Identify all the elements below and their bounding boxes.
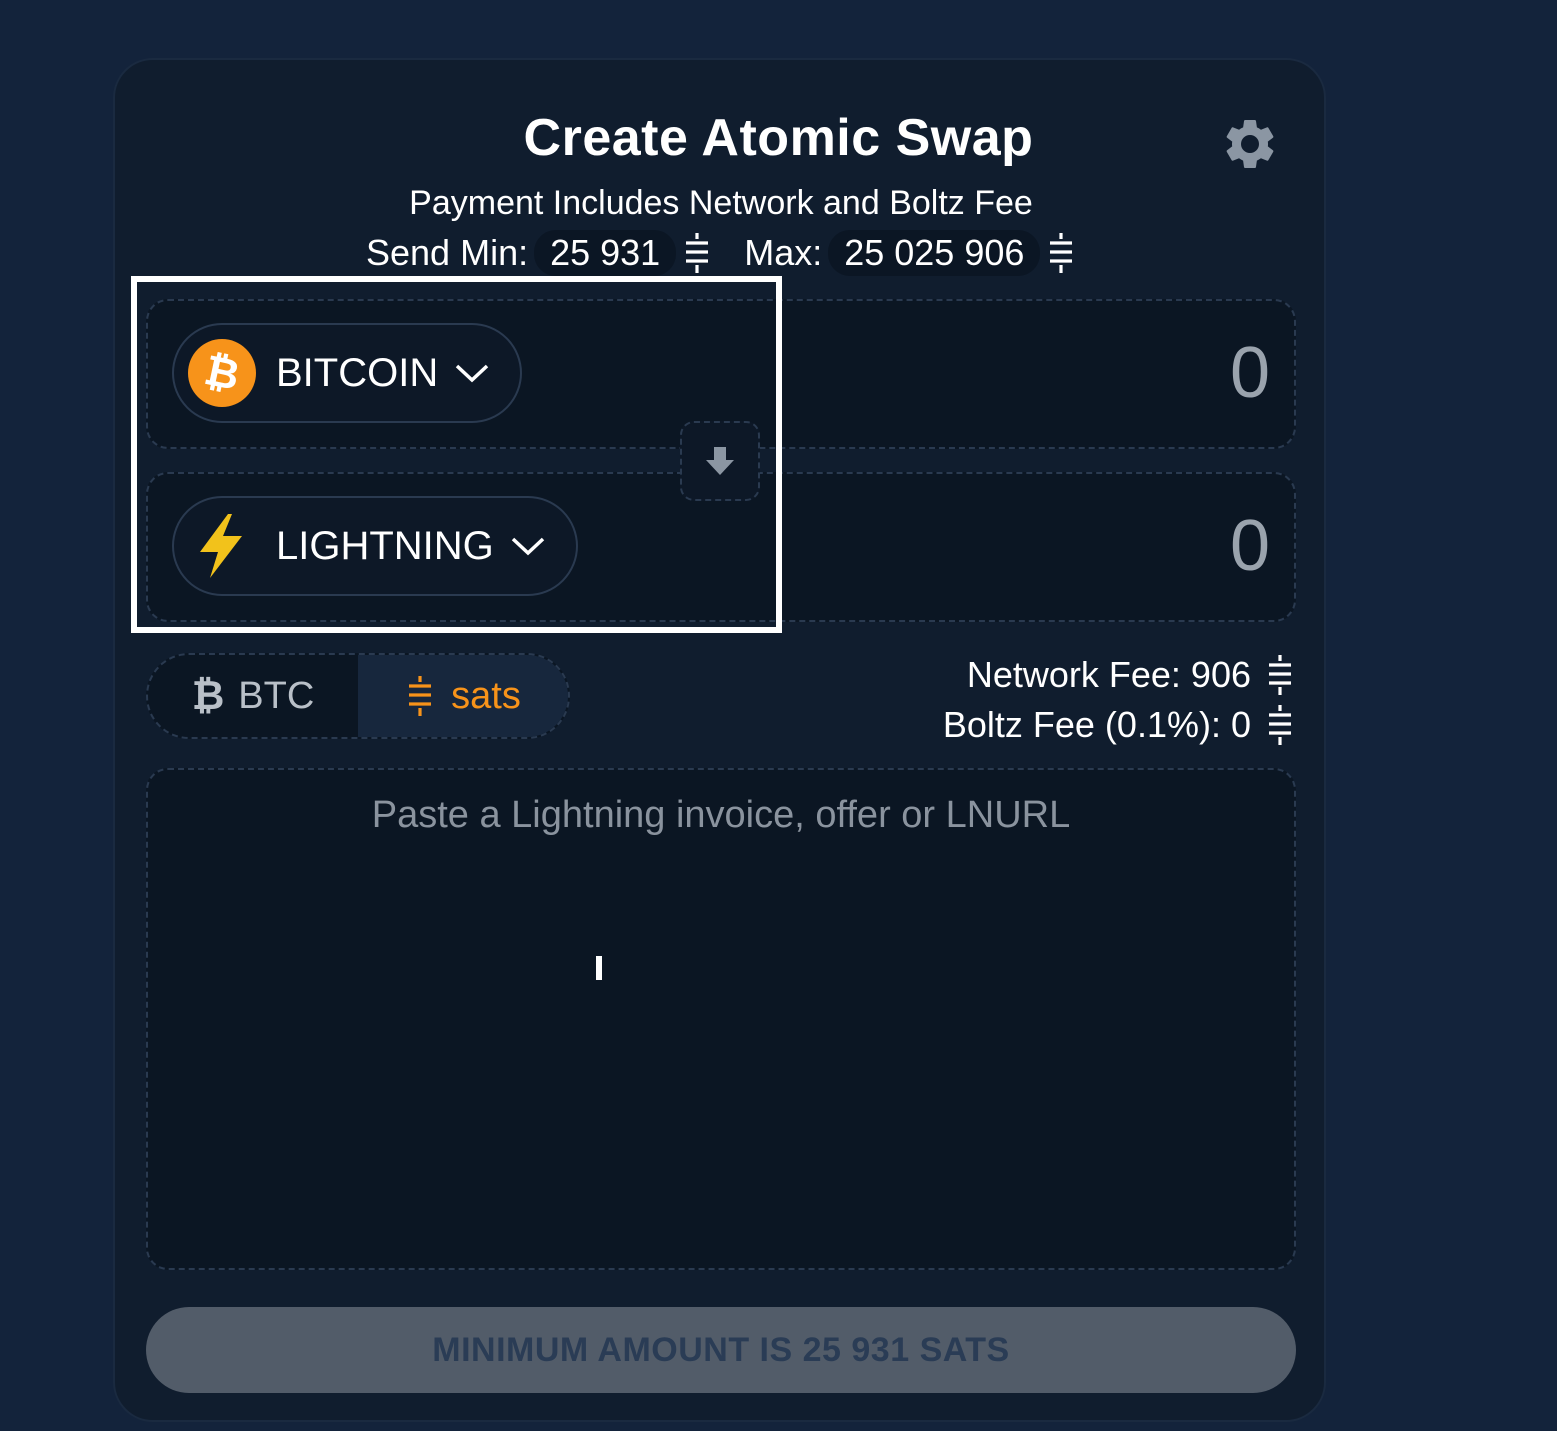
- invoice-input[interactable]: [146, 768, 1296, 1270]
- min-label: Send Min:: [366, 232, 529, 273]
- text-cursor: [596, 956, 602, 980]
- sats-icon: [405, 674, 435, 718]
- create-swap-button[interactable]: MINIMUM AMOUNT IS 25 931 SATS: [146, 1307, 1296, 1393]
- max-label: Max:: [744, 232, 823, 273]
- receive-amount-input[interactable]: [968, 504, 1272, 588]
- boltz-fee: Boltz Fee (0.1%): 0: [942, 704, 1251, 745]
- btc-icon: ₿: [191, 673, 225, 718]
- sats-icon: [682, 231, 712, 275]
- swap-limits: Send Min: 25 931 Max: 25 025 906: [366, 228, 1076, 278]
- sats-icon: [1265, 703, 1295, 747]
- sats-icon: [1265, 653, 1295, 697]
- max-value[interactable]: 25 025 906: [828, 230, 1041, 276]
- sats-label: sats: [451, 674, 521, 717]
- fee-note: Payment Includes Network and Boltz Fee: [409, 184, 1033, 222]
- sats-icon: [1046, 231, 1076, 275]
- denomination-btc[interactable]: ₿ BTC: [148, 655, 358, 737]
- fee-summary: Network Fee: 906 Boltz Fee (0.1%): 0: [943, 650, 1295, 750]
- focus-highlight: [131, 276, 782, 633]
- network-fee: Network Fee: 906: [966, 654, 1251, 695]
- denomination-sats[interactable]: sats: [358, 655, 568, 737]
- denomination-toggle: ₿ BTC sats: [146, 653, 570, 739]
- min-value[interactable]: 25 931: [534, 230, 677, 276]
- send-amount-input[interactable]: [968, 331, 1272, 415]
- gear-icon[interactable]: [1220, 114, 1280, 174]
- page-title: Create Atomic Swap: [523, 109, 1034, 167]
- btc-label: BTC: [238, 674, 315, 717]
